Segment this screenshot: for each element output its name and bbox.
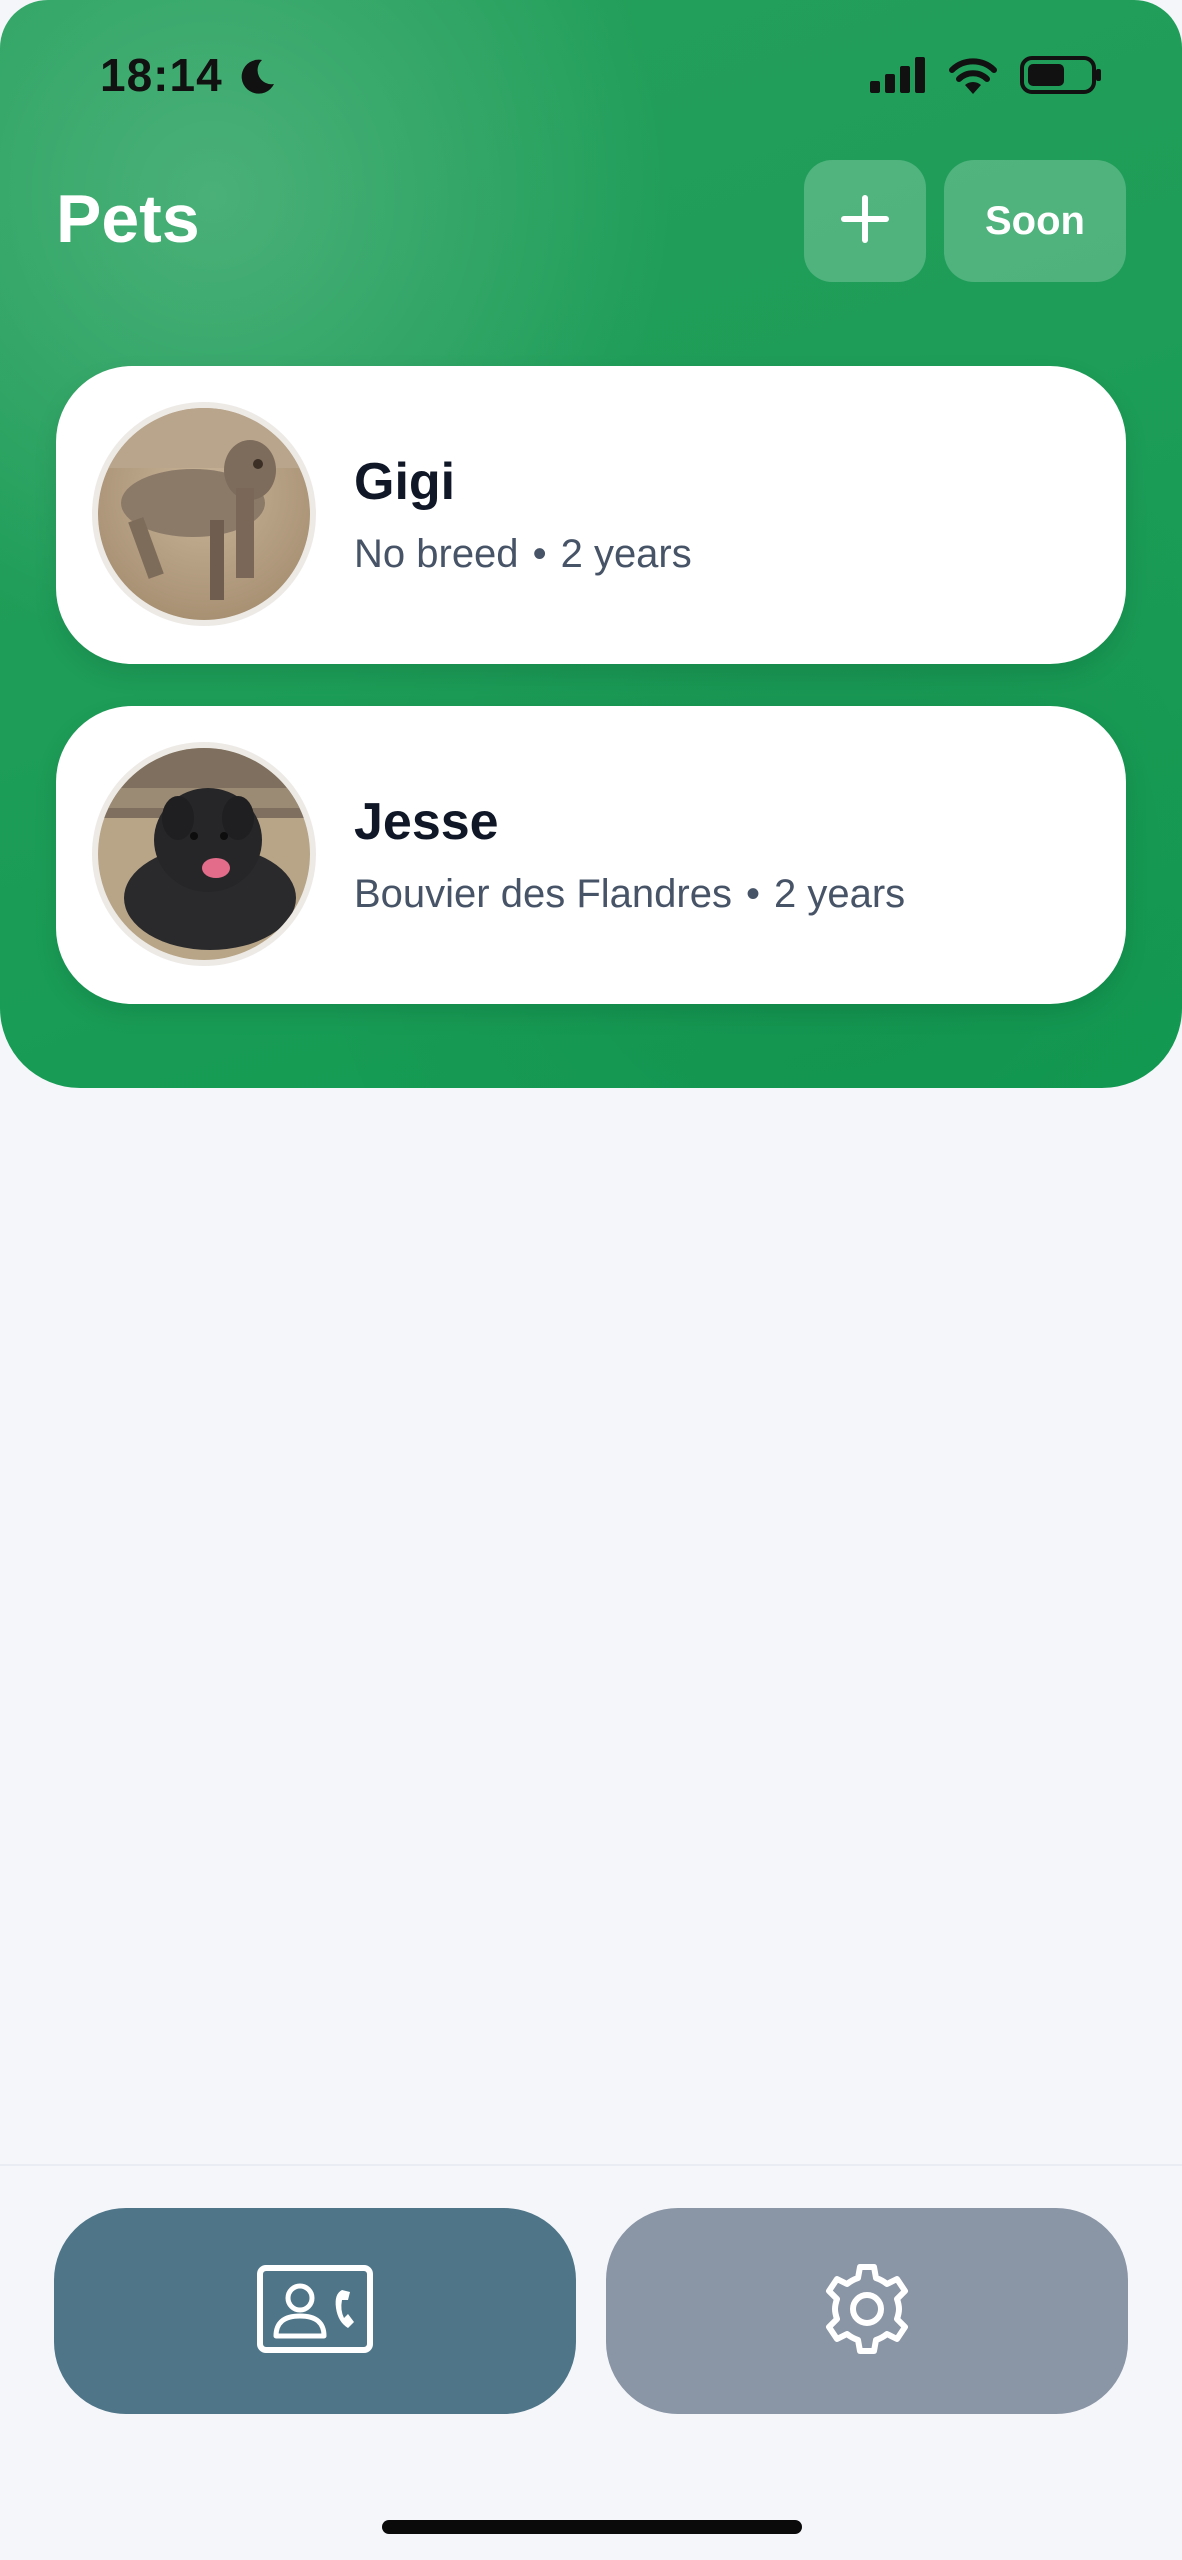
plus-icon [839,193,891,250]
separator-dot: • [532,532,547,576]
pet-avatar-jesse [98,748,310,960]
add-pet-button[interactable] [804,160,926,282]
battery-icon [1020,56,1102,99]
page-title: Pets [56,181,200,257]
pet-name: Jesse [354,793,499,851]
status-icons [870,56,1102,99]
pet-card-jesse[interactable]: Jesse Bouvier des Flandres • 2 years [56,706,1126,1004]
pet-avatar-gigi [98,408,310,620]
cellular-signal-icon [870,57,926,98]
nav-contacts-button[interactable] [54,2208,576,2414]
contact-card-icon [256,2264,374,2359]
pet-breed: No breed [354,532,519,576]
wifi-icon [948,56,998,99]
pet-card-gigi[interactable]: Gigi No breed • 2 years [56,366,1126,664]
pet-age: 2 years [773,872,906,916]
moon-icon [240,58,276,101]
header-panel: 18:14 Pets Soon Gigi No breed • 2 years … [0,0,1182,1088]
pet-breed: Bouvier des Flandres [354,872,732,916]
home-indicator [382,2520,802,2534]
pet-age: 2 years [560,532,692,576]
nav-settings-button[interactable] [606,2208,1128,2414]
separator-dot: • [745,872,760,916]
status-bar: 18:14 [0,0,1182,150]
status-time: 18:14 [100,49,223,101]
pet-details: Bouvier des Flandres • 2 years [354,872,905,917]
soon-button[interactable]: Soon [944,160,1126,282]
bottom-divider [0,2164,1182,2166]
pet-name: Gigi [354,453,456,511]
pets-screen: 18:14 Pets Soon Gigi No breed • 2 years … [0,0,1182,2560]
pet-details: No breed • 2 years [354,532,692,577]
gear-icon [819,2261,915,2362]
